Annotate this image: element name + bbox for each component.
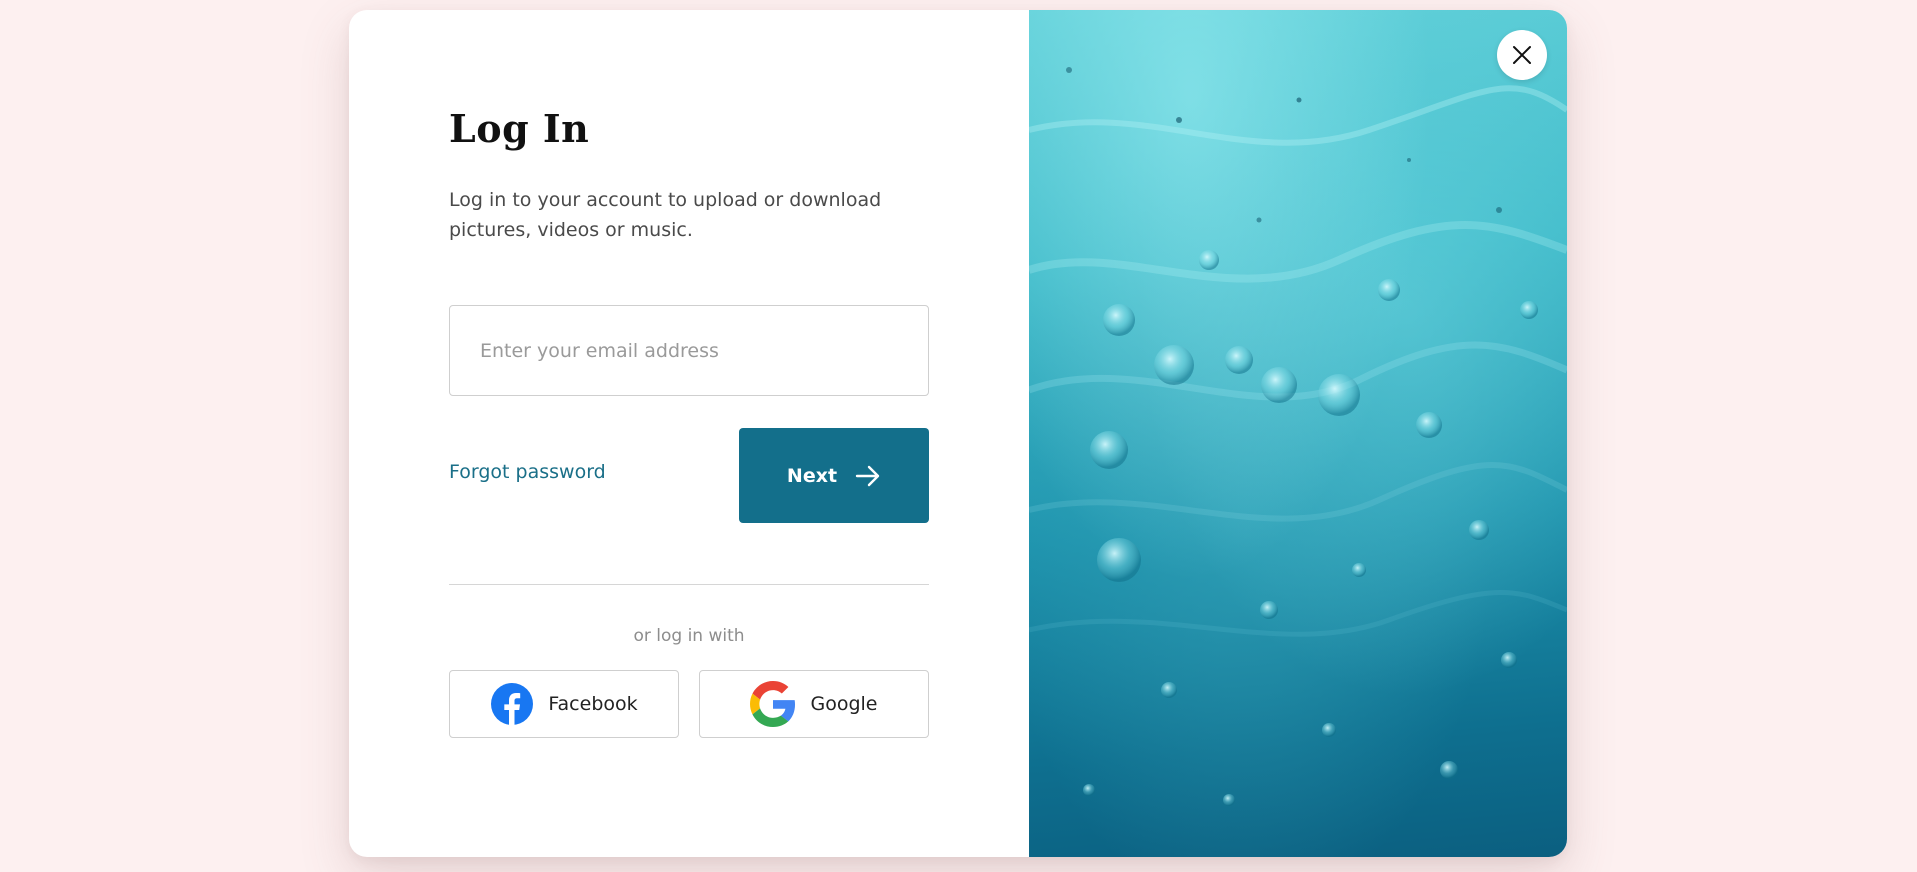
google-icon xyxy=(750,681,796,727)
page-title: Log In xyxy=(449,106,590,151)
close-button[interactable] xyxy=(1497,30,1547,80)
google-label: Google xyxy=(810,693,878,715)
facebook-login-button[interactable]: Facebook xyxy=(449,670,679,738)
next-button-label: Next xyxy=(786,464,838,487)
facebook-label: Facebook xyxy=(548,693,638,715)
water-image xyxy=(1029,10,1567,857)
google-login-button[interactable]: Google xyxy=(699,670,929,738)
divider xyxy=(449,584,929,585)
login-subtitle: Log in to your account to upload or down… xyxy=(449,189,882,241)
forgot-password-link[interactable]: Forgot password xyxy=(449,461,606,483)
arrow-right-icon xyxy=(855,465,880,486)
water-texture xyxy=(1029,67,1567,806)
facebook-icon xyxy=(491,683,534,725)
next-button[interactable]: Next xyxy=(739,428,929,523)
login-modal: Log In Log in to your account to upload … xyxy=(349,10,1567,857)
email-field[interactable] xyxy=(449,305,929,396)
close-icon xyxy=(1513,46,1531,64)
login-form-panel: Log In Log in to your account to upload … xyxy=(349,10,1029,857)
or-log-in-with-label: or log in with xyxy=(633,626,745,646)
